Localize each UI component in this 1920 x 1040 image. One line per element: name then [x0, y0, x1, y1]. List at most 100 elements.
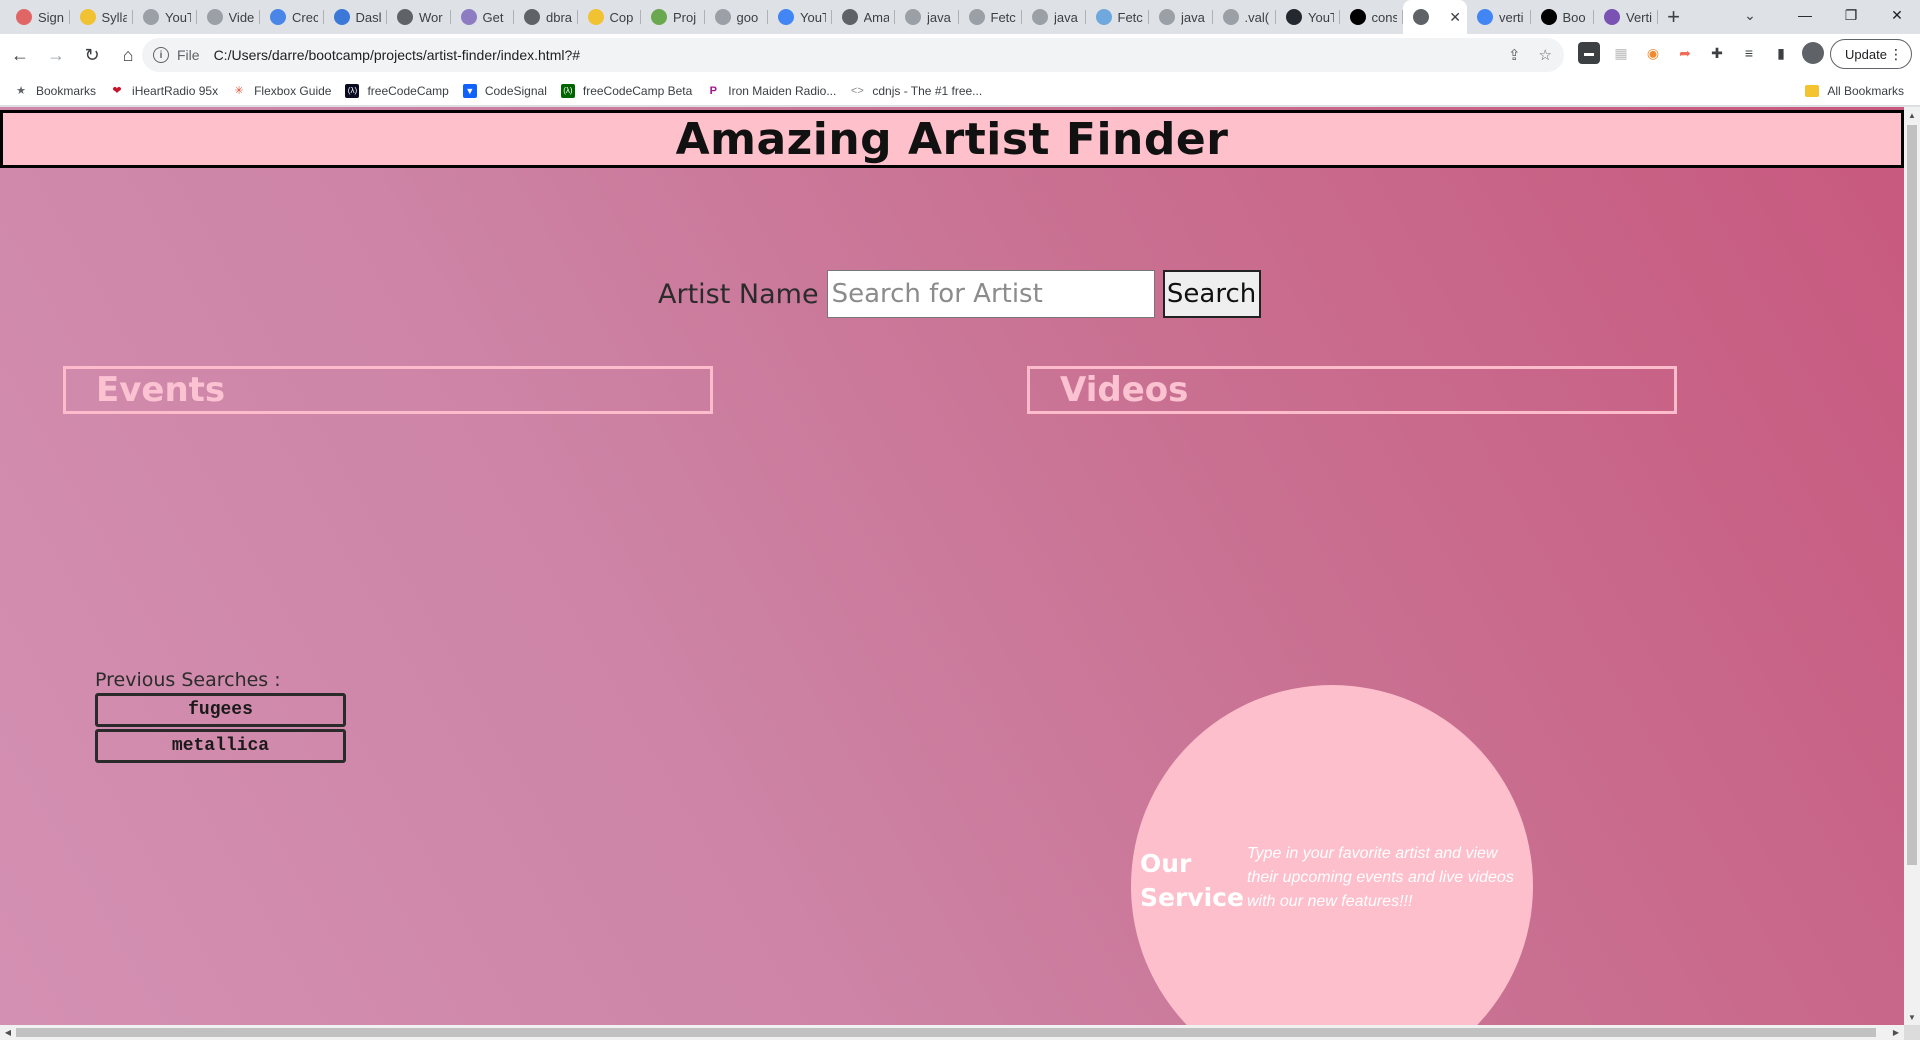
puzzle-icon[interactable]: ✚: [1706, 42, 1728, 64]
tab-favicon-icon: [841, 9, 858, 25]
close-tab-icon[interactable]: ✕: [1449, 9, 1461, 26]
bookmark-label: freeCodeCamp Beta: [582, 83, 693, 98]
forward-arrow-icon[interactable]: →: [40, 39, 72, 71]
search-button[interactable]: Search: [1162, 270, 1261, 318]
vertical-scrollbar[interactable]: ▲ ▼: [1904, 107, 1920, 1025]
tab-label: verti: [1499, 9, 1524, 25]
reload-icon[interactable]: ↻: [76, 39, 108, 71]
browser-tab[interactable]: Fetc: [1086, 0, 1150, 34]
address-url[interactable]: C:/Users/darre/bootcamp/projects/artist-…: [214, 47, 580, 63]
bookmark-label: cdnjs - The #1 free...: [872, 83, 983, 98]
tab-favicon-icon: [1286, 9, 1302, 25]
vertical-scroll-thumb[interactable]: [1907, 125, 1917, 865]
browser-tab[interactable]: Ama: [832, 0, 896, 34]
code-icon: <>: [850, 84, 864, 97]
horizontal-scroll-thumb[interactable]: [16, 1028, 1876, 1037]
back-arrow-icon[interactable]: ←: [4, 39, 36, 71]
previous-searches-label: Previous Searches :: [95, 669, 281, 691]
tab-favicon-icon: [79, 9, 96, 25]
menu-dots-icon[interactable]: ⋮: [1889, 46, 1903, 63]
horizontal-scrollbar[interactable]: ◀ ▶: [0, 1025, 1904, 1040]
browser-tab[interactable]: Fetc: [959, 0, 1023, 34]
tab-favicon-icon: [460, 9, 477, 25]
tab-favicon-icon: [1095, 9, 1112, 25]
scroll-down-arrow-icon[interactable]: ▼: [1904, 1009, 1920, 1025]
tab-active[interactable]: ✕: [1403, 0, 1467, 34]
tab-favicon-icon: [1222, 9, 1239, 25]
bookmark-label: iHeartRadio 95x: [132, 83, 219, 98]
site-info-icon[interactable]: i: [153, 47, 169, 63]
browser-tab[interactable]: Sylla: [70, 0, 134, 34]
home-icon[interactable]: ⌂: [112, 39, 144, 71]
tab-favicon-icon: [1349, 9, 1366, 25]
minimize-icon[interactable]: —: [1782, 0, 1828, 30]
artist-search-input[interactable]: [826, 270, 1155, 318]
browser-tab[interactable]: Verti: [1594, 0, 1658, 34]
bookmark-item[interactable]: ★ Bookmarks: [14, 84, 96, 98]
restore-icon[interactable]: ❐: [1828, 0, 1874, 30]
bookmark-item[interactable]: ✳ Flexbox Guide: [232, 84, 331, 98]
tab-favicon-icon: [270, 9, 286, 25]
browser-tab[interactable]: cons: [1340, 0, 1404, 34]
scroll-left-arrow-icon[interactable]: ◀: [0, 1025, 16, 1040]
browser-tab[interactable]: java: [1022, 0, 1086, 34]
browser-tab[interactable]: .val(: [1213, 0, 1277, 34]
tab-label: Proj: [673, 9, 697, 25]
reading-list-icon[interactable]: ≡: [1738, 42, 1760, 64]
browser-tab[interactable]: Dasl: [324, 0, 388, 34]
browser-tab[interactable]: Proj: [641, 0, 705, 34]
tab-label: java: [1054, 9, 1078, 25]
address-bar[interactable]: i File C:/Users/darre/bootcamp/projects/…: [142, 38, 1564, 72]
profile-avatar[interactable]: [1802, 42, 1824, 64]
tab-search-chevron-icon[interactable]: ⌄: [1730, 0, 1770, 30]
extension-grid-icon[interactable]: ▦: [1610, 42, 1632, 64]
extension-orange-icon[interactable]: ◉: [1642, 42, 1664, 64]
close-window-icon[interactable]: ✕: [1874, 0, 1920, 30]
browser-tab[interactable]: Vide: [197, 0, 261, 34]
bookmark-item[interactable]: ▼ CodeSignal: [462, 83, 547, 98]
browser-tab[interactable]: YouT: [133, 0, 197, 34]
all-bookmarks-button[interactable]: All Bookmarks: [1805, 84, 1904, 98]
bookmark-label: CodeSignal: [484, 83, 547, 98]
browser-tab[interactable]: Wor: [387, 0, 451, 34]
browser-tab[interactable]: dbra: [514, 0, 578, 34]
all-bookmarks-label: All Bookmarks: [1827, 83, 1904, 98]
browser-tab[interactable]: Sign: [6, 0, 70, 34]
browser-tab[interactable]: verti: [1467, 0, 1531, 34]
tab-label: dbra: [546, 9, 572, 25]
window-controls: — ❐ ✕: [1782, 0, 1920, 30]
bookmark-item[interactable]: ❤ iHeartRadio 95x: [110, 84, 218, 98]
bookmark-star-icon[interactable]: ☆: [1539, 46, 1552, 64]
tab-label: Verti: [1626, 9, 1652, 25]
service-description: Type in your favorite artist and view th…: [1247, 845, 1514, 910]
bookmark-item[interactable]: (λ) freeCodeCamp Beta: [560, 83, 693, 98]
browser-tab[interactable]: java: [1149, 0, 1213, 34]
browser-tab[interactable]: YouT: [768, 0, 832, 34]
browser-tab[interactable]: goo: [705, 0, 769, 34]
star-icon: ★: [16, 85, 26, 97]
share-icon[interactable]: ⇪: [1508, 46, 1521, 64]
videos-panel: Videos: [1027, 366, 1677, 414]
scroll-right-arrow-icon[interactable]: ▶: [1888, 1025, 1904, 1040]
tab-favicon-icon: [206, 9, 223, 25]
bookmark-item[interactable]: <> cdnjs - The #1 free...: [850, 84, 982, 98]
tab-label: YouT: [165, 9, 191, 25]
update-button[interactable]: Update ⋮: [1830, 39, 1912, 69]
extension-dark-icon[interactable]: ▬: [1578, 42, 1600, 64]
previous-search-button[interactable]: metallica: [95, 729, 346, 763]
side-panel-icon[interactable]: ▮: [1770, 42, 1792, 64]
browser-tab[interactable]: YouT: [1276, 0, 1340, 34]
browser-tab[interactable]: Get: [451, 0, 515, 34]
bookmark-item[interactable]: P Iron Maiden Radio...: [706, 84, 837, 98]
tab-label: Crec: [292, 9, 318, 25]
browser-tab[interactable]: Crec: [260, 0, 324, 34]
previous-search-button[interactable]: fugees: [95, 693, 346, 727]
extension-arrow-icon[interactable]: ➦: [1674, 42, 1696, 64]
new-tab-plus-icon[interactable]: +: [1658, 0, 1690, 34]
scroll-up-arrow-icon[interactable]: ▲: [1904, 107, 1920, 123]
bookmark-item[interactable]: (λ) freeCodeCamp: [345, 83, 449, 98]
bookmark-label: Flexbox Guide: [254, 83, 332, 98]
browser-tab[interactable]: java: [895, 0, 959, 34]
browser-tab[interactable]: Boo: [1531, 0, 1595, 34]
browser-tab[interactable]: Cop: [578, 0, 642, 34]
